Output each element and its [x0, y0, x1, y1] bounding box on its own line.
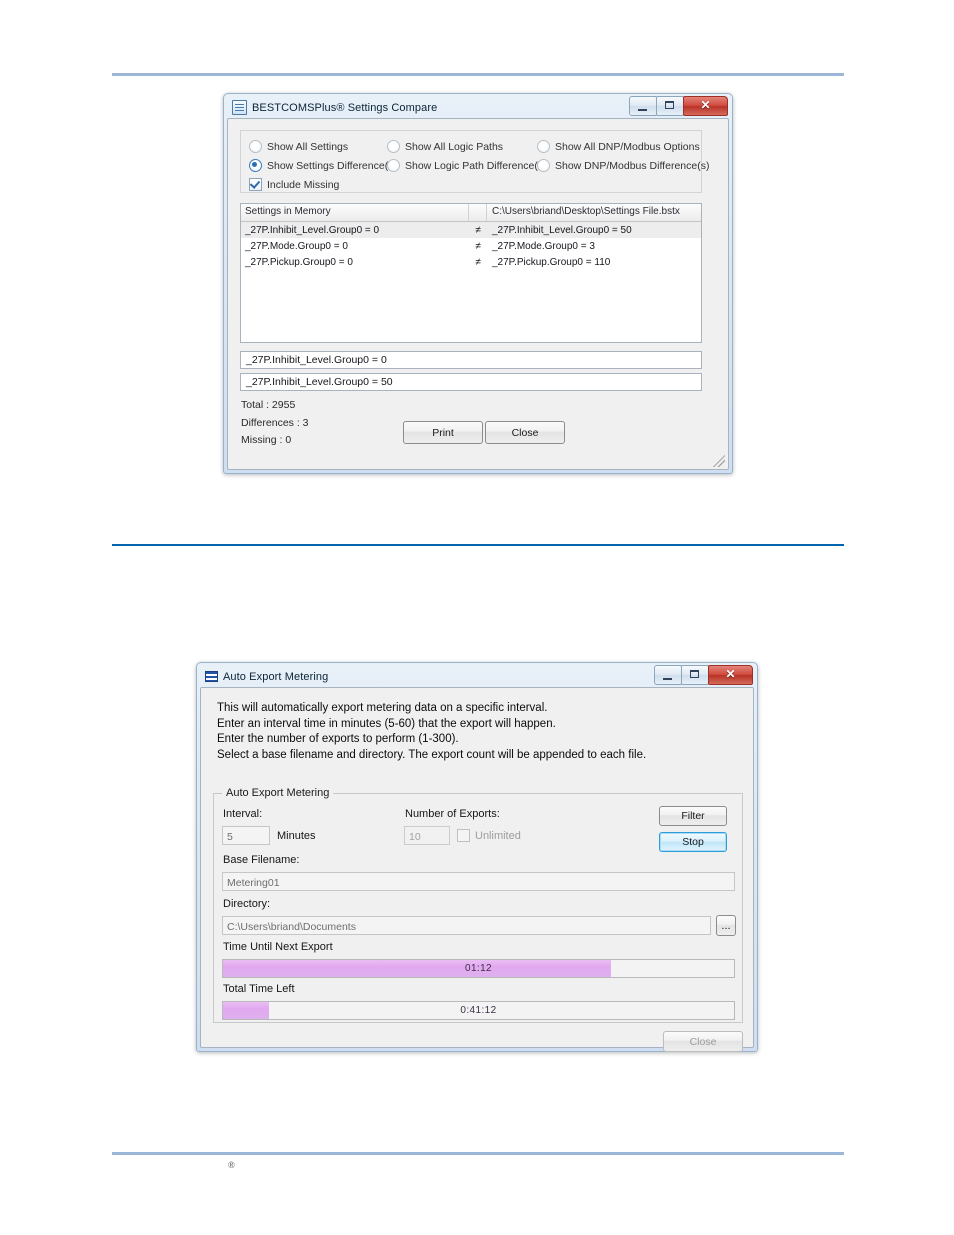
radio-show-all-dnp-modbus[interactable]: Show All DNP/Modbus Options [537, 140, 700, 153]
directory-input[interactable]: C:\Users\briand\Documents [222, 916, 711, 935]
column-header-file: C:\Users\briand\Desktop\Settings File.bs… [492, 206, 680, 217]
radio-show-dnp-modbus-differences[interactable]: Show DNP/Modbus Difference(s) [537, 159, 709, 172]
total-time-left-progressbar: 0:41:12 [222, 1001, 735, 1020]
minimize-button[interactable] [654, 665, 682, 685]
not-equal-icon: ≠ [475, 256, 481, 268]
time-until-next-export-label: Time Until Next Export [223, 941, 333, 953]
radio-label: Show Logic Path Difference(s) [405, 159, 547, 172]
settings-compare-titlebar[interactable]: BESTCOMSPlus® Settings Compare ✕ [227, 96, 729, 118]
number-of-exports-input[interactable]: 10 [404, 826, 450, 845]
detail-file-value: _27P.Inhibit_Level.Group0 = 50 [240, 373, 702, 391]
close-button[interactable]: Close [485, 421, 565, 444]
radio-icon-selected [249, 159, 262, 172]
cell-file: _27P.Mode.Group0 = 3 [492, 240, 595, 252]
settings-compare-title: BESTCOMSPlus® Settings Compare [252, 101, 438, 114]
checkbox-include-missing[interactable]: Include Missing [249, 178, 339, 191]
settings-compare-body: Show All Settings Show Settings Differen… [227, 118, 729, 470]
summary-stats: Total : 2955 Differences : 3 Missing : 0 [241, 397, 309, 450]
close-button[interactable]: Close [663, 1031, 743, 1052]
auto-export-metering-window: Auto Export Metering ✕ This will automat… [196, 662, 758, 1052]
detail-memory-value: _27P.Inhibit_Level.Group0 = 0 [240, 351, 702, 369]
auto-export-title: Auto Export Metering [223, 670, 329, 683]
checkbox-icon-checked [249, 178, 262, 191]
auto-export-titlebar[interactable]: Auto Export Metering ✕ [200, 665, 754, 687]
document-icon [232, 100, 247, 115]
base-filename-label: Base Filename: [223, 854, 300, 866]
cell-file: _27P.Inhibit_Level.Group0 = 50 [492, 224, 632, 236]
radio-show-settings-differences[interactable]: Show Settings Difference(s) [249, 159, 397, 172]
table-row[interactable]: _27P.Mode.Group0 = 0 ≠ _27P.Mode.Group0 … [241, 238, 701, 254]
auto-export-groupbox: Auto Export Metering Interval: 5 Minutes… [213, 787, 743, 1023]
minimize-button[interactable] [629, 96, 657, 116]
radio-label: Show Settings Difference(s) [267, 159, 397, 172]
cell-memory: _27P.Mode.Group0 = 0 [245, 240, 348, 252]
column-header-operator [469, 204, 487, 221]
maximize-button[interactable] [681, 665, 709, 685]
table-header-row: Settings in Memory C:\Users\briand\Deskt… [241, 204, 701, 222]
cell-memory: _27P.Inhibit_Level.Group0 = 0 [245, 224, 380, 236]
minutes-label: Minutes [277, 830, 316, 842]
radio-icon [387, 159, 400, 172]
number-of-exports-label: Number of Exports: [405, 808, 500, 820]
stop-button[interactable]: Stop [659, 832, 727, 852]
radio-label: Show DNP/Modbus Difference(s) [555, 159, 710, 172]
cell-memory: _27P.Pickup.Group0 = 0 [245, 256, 353, 268]
radio-show-all-settings[interactable]: Show All Settings [249, 140, 348, 153]
time-until-next-export-progressbar: 01:12 [222, 959, 735, 978]
browse-directory-button[interactable]: ... [716, 915, 736, 936]
checkbox-label: Include Missing [267, 178, 340, 191]
checkbox-label: Unlimited [475, 829, 521, 842]
resize-grip[interactable] [713, 455, 725, 467]
radio-icon [249, 140, 262, 153]
radio-label: Show All Settings [267, 140, 349, 153]
header-rule-top [112, 73, 844, 76]
comparison-table[interactable]: Settings in Memory C:\Users\briand\Deskt… [240, 203, 702, 343]
interval-label: Interval: [223, 808, 263, 820]
instructions-text: This will automatically export metering … [217, 702, 647, 761]
filter-button[interactable]: Filter [659, 806, 727, 826]
column-header-memory: Settings in Memory [241, 204, 469, 221]
window-controls: ✕ [654, 665, 753, 685]
checkbox-unlimited[interactable]: Unlimited [457, 829, 521, 842]
not-equal-icon: ≠ [475, 240, 481, 252]
radio-icon [537, 140, 550, 153]
radio-show-all-logic-paths[interactable]: Show All Logic Paths [387, 140, 503, 153]
total-time-left-label: Total Time Left [223, 983, 295, 995]
footer-registered-mark: ® [228, 1160, 235, 1170]
directory-label: Directory: [223, 898, 271, 910]
section-rule-middle [112, 544, 844, 546]
maximize-button[interactable] [656, 96, 684, 116]
radio-show-logic-path-differences[interactable]: Show Logic Path Difference(s) [387, 159, 547, 172]
settings-compare-window: BESTCOMSPlus® Settings Compare ✕ Show Al… [223, 93, 733, 474]
filter-options-panel: Show All Settings Show Settings Differen… [240, 130, 709, 193]
list-lines-icon [205, 670, 218, 683]
window-controls: ✕ [629, 96, 728, 116]
stat-total: Total : 2955 [241, 399, 296, 411]
cell-file: _27P.Pickup.Group0 = 110 [492, 256, 611, 268]
interval-input[interactable]: 5 [222, 826, 270, 845]
groupbox-title: Auto Export Metering [222, 787, 334, 799]
base-filename-input[interactable]: Metering01 [222, 872, 735, 891]
footer-rule-bottom [112, 1152, 844, 1155]
stat-missing: Missing : 0 [241, 434, 292, 446]
close-icon[interactable]: ✕ [708, 665, 753, 685]
table-row[interactable]: _27P.Pickup.Group0 = 0 ≠ _27P.Pickup.Gro… [241, 254, 701, 270]
not-equal-icon: ≠ [475, 224, 481, 236]
checkbox-icon [457, 829, 470, 842]
print-button[interactable]: Print [403, 421, 483, 444]
table-row[interactable]: _27P.Inhibit_Level.Group0 = 0 ≠ _27P.Inh… [241, 222, 701, 238]
progress-label: 01:12 [464, 963, 493, 974]
auto-export-body: This will automatically export metering … [200, 687, 754, 1052]
radio-icon [387, 140, 400, 153]
radio-icon [537, 159, 550, 172]
close-icon[interactable]: ✕ [683, 96, 728, 116]
progress-label: 0:41:12 [460, 1005, 497, 1016]
radio-label: Show All DNP/Modbus Options [555, 140, 700, 153]
radio-label: Show All Logic Paths [405, 140, 504, 153]
stat-differences: Differences : 3 [241, 416, 309, 429]
